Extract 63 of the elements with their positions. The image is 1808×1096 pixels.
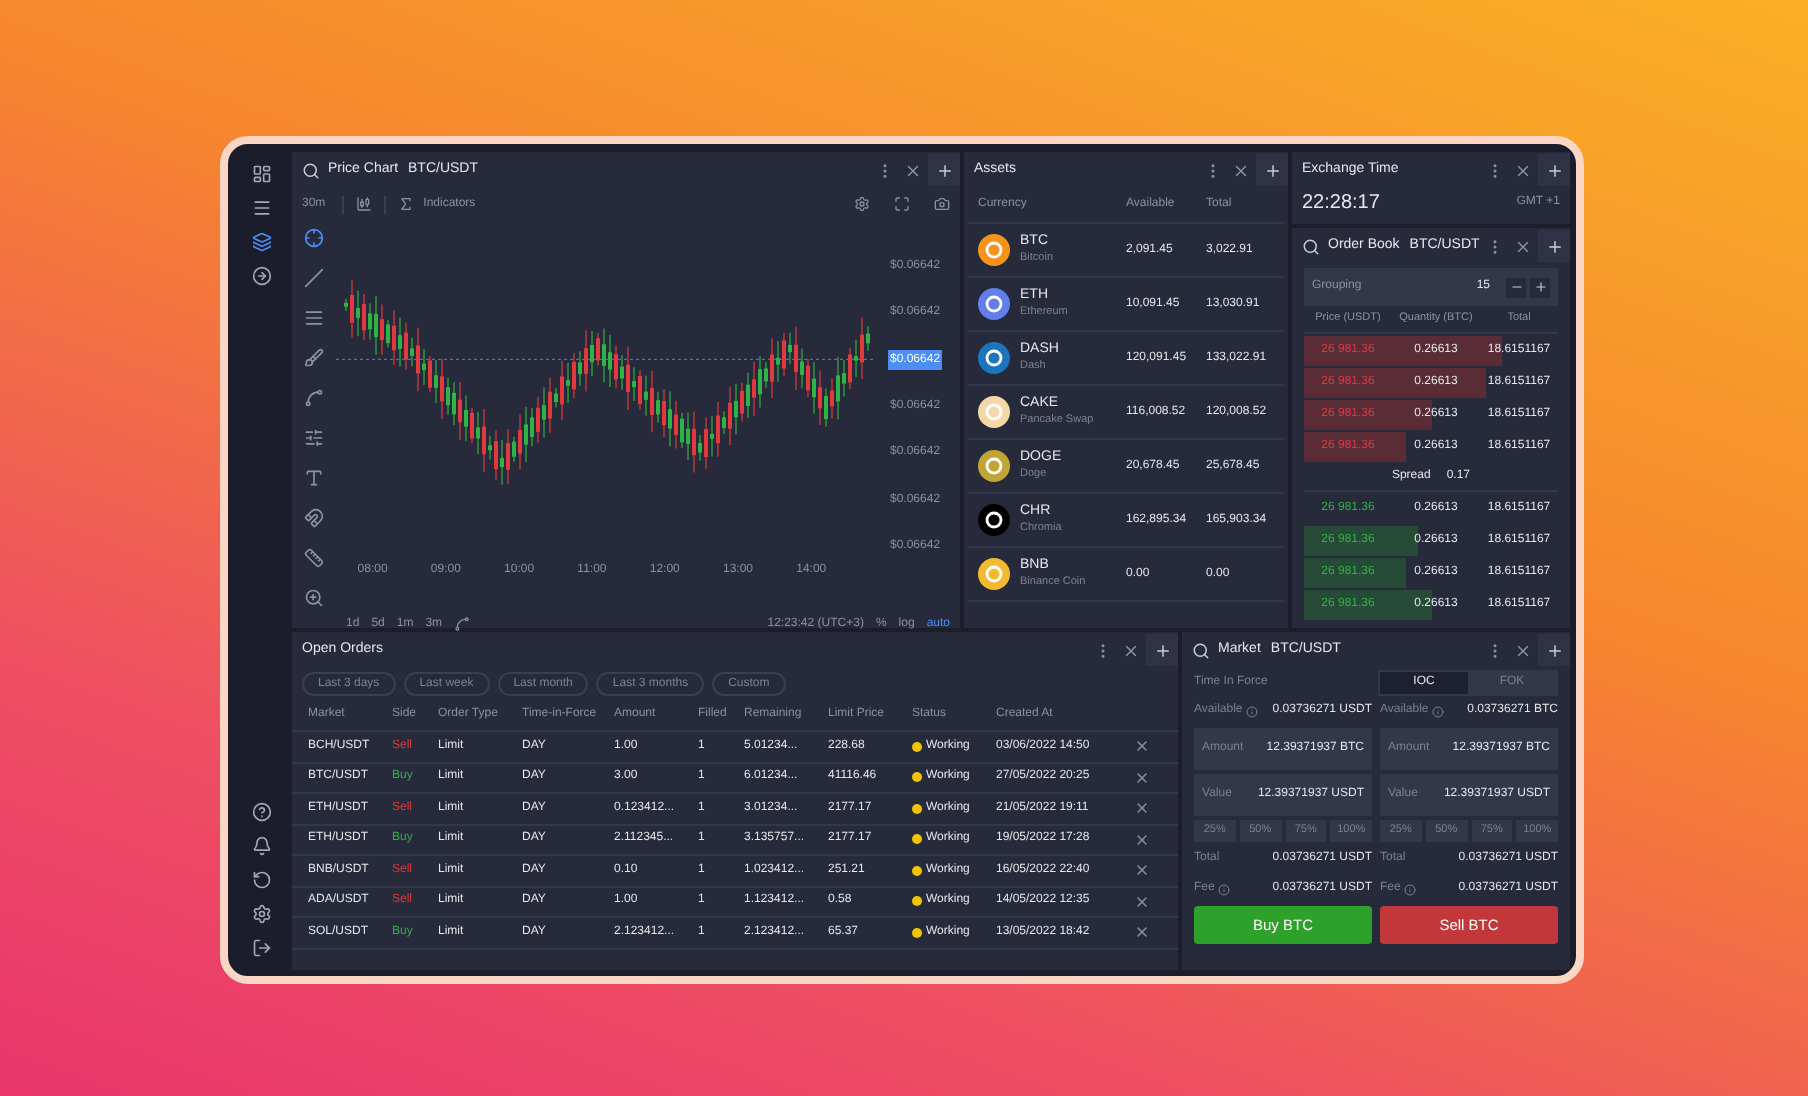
bell-icon[interactable] <box>251 836 271 856</box>
exchange-clock: 22:28:17 <box>1302 190 1380 218</box>
dashboard-icon[interactable] <box>251 164 271 184</box>
info-icon <box>1404 883 1417 895</box>
add-panel-button[interactable] <box>1256 154 1288 186</box>
plus-icon <box>1545 641 1563 659</box>
text-icon[interactable] <box>304 468 324 488</box>
add-panel-button[interactable] <box>1538 230 1570 262</box>
add-panel-button[interactable] <box>928 154 960 186</box>
plus-icon <box>1545 161 1563 179</box>
info-icon <box>1432 705 1445 717</box>
layers-icon[interactable] <box>251 232 271 252</box>
cancel-icon[interactable] <box>1134 738 1150 755</box>
logout-icon[interactable] <box>251 938 271 958</box>
search-icon[interactable] <box>302 161 320 179</box>
info-icon <box>1218 883 1231 895</box>
arrow-circle-icon[interactable] <box>251 266 271 286</box>
close-icon[interactable] <box>1514 237 1532 255</box>
menu-icon[interactable] <box>251 198 271 218</box>
minus-icon <box>1509 280 1523 294</box>
plus-icon <box>1545 237 1563 255</box>
cancel-icon[interactable] <box>1134 862 1150 879</box>
add-panel-button[interactable] <box>1538 634 1570 666</box>
settings-icon[interactable] <box>251 904 271 924</box>
depth-bar <box>1304 432 1406 462</box>
candles-icon[interactable] <box>355 196 372 212</box>
lines-icon[interactable] <box>304 308 324 328</box>
cancel-icon[interactable] <box>1134 893 1150 910</box>
add-panel-button[interactable] <box>1146 634 1178 666</box>
history-icon[interactable] <box>251 870 271 890</box>
increase-button[interactable] <box>1530 277 1550 297</box>
brush-icon[interactable] <box>304 348 324 368</box>
fullscreen-icon[interactable] <box>894 196 910 212</box>
cancel-icon[interactable] <box>1134 800 1150 817</box>
nodes-icon[interactable] <box>304 388 324 408</box>
close-icon[interactable] <box>1514 641 1532 659</box>
close-icon[interactable] <box>904 161 922 179</box>
line-icon[interactable] <box>304 268 324 288</box>
decrease-button[interactable] <box>1506 277 1526 297</box>
plus-icon <box>1153 641 1171 659</box>
function-icon[interactable] <box>397 196 414 212</box>
cancel-icon[interactable] <box>1134 924 1150 941</box>
plus-icon <box>1263 161 1281 179</box>
close-icon[interactable] <box>1122 641 1140 659</box>
sliders-icon[interactable] <box>304 428 324 448</box>
help-icon[interactable] <box>251 802 271 822</box>
plus-icon <box>935 161 953 179</box>
magnet-icon[interactable] <box>304 508 324 528</box>
plus-icon <box>1533 280 1547 294</box>
zoom-icon[interactable] <box>304 588 324 608</box>
search-icon[interactable] <box>1192 641 1210 659</box>
camera-icon[interactable] <box>934 196 950 212</box>
close-icon[interactable] <box>1514 161 1532 179</box>
search-icon[interactable] <box>1302 237 1320 255</box>
settings-icon[interactable] <box>854 196 870 212</box>
info-icon <box>1246 705 1259 717</box>
close-icon[interactable] <box>1232 161 1250 179</box>
depth-bar <box>1304 558 1406 588</box>
cancel-icon[interactable] <box>1134 769 1150 786</box>
crosshair-icon[interactable] <box>304 228 324 248</box>
ruler-icon[interactable] <box>304 548 324 568</box>
add-panel-button[interactable] <box>1538 154 1570 186</box>
cancel-icon[interactable] <box>1134 831 1150 848</box>
